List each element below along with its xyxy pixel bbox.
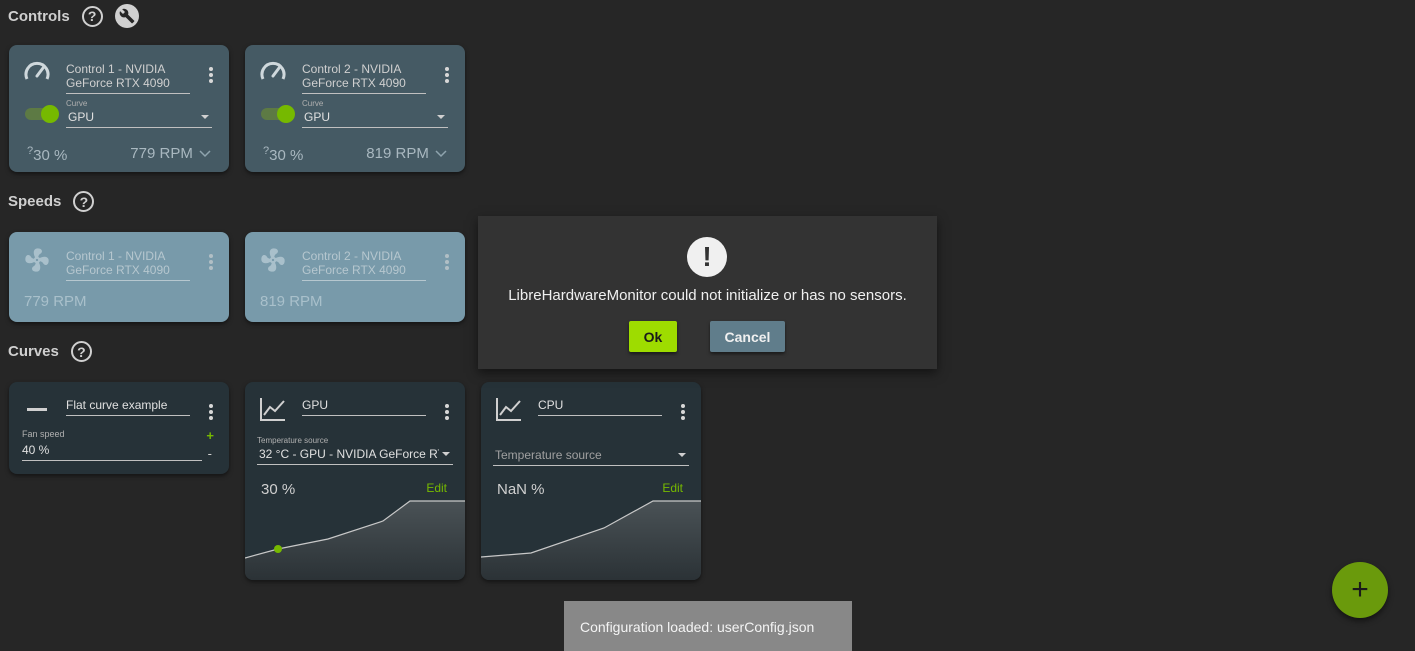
curve-name-field[interactable]: CPU <box>538 398 662 416</box>
help-icon[interactable]: ? <box>81 5 103 27</box>
curve-edit-link[interactable]: Edit <box>662 481 683 495</box>
more-vert-icon[interactable] <box>445 67 449 85</box>
speed-rpm: 819 RPM <box>260 293 323 310</box>
alert-icon: ! <box>687 237 727 277</box>
fan-speed-label: Fan speed <box>22 429 65 439</box>
control-percent: ?30 % <box>27 145 68 164</box>
chevron-down-icon <box>199 150 211 158</box>
curve-select-label: Curve <box>66 99 88 108</box>
flat-line-icon <box>27 408 47 411</box>
chevron-down-icon <box>435 150 447 158</box>
curve-select[interactable]: Curve GPU <box>302 99 448 128</box>
section-title-speeds: Speeds <box>8 193 62 210</box>
help-icon[interactable]: ? <box>70 341 92 362</box>
curve-card-flat: Flat curve example + Fan speed 40 % - <box>9 382 229 474</box>
control-name-field[interactable]: Control 2 - NVIDIA GeForce RTX 4090 <box>302 62 426 94</box>
more-vert-icon[interactable] <box>209 404 213 422</box>
dropdown-arrow-icon <box>201 115 209 119</box>
temperature-source-select[interactable]: Temperature source 32 °C - GPU - NVIDIA … <box>257 436 453 465</box>
cancel-button[interactable]: Cancel <box>710 321 785 352</box>
more-vert-icon[interactable] <box>209 67 213 85</box>
help-icon[interactable]: ? <box>73 191 95 212</box>
more-vert-icon[interactable] <box>445 254 449 272</box>
curve-select-value: GPU <box>304 110 331 124</box>
curve-card-gpu: GPU Temperature source 32 °C - GPU - NVI… <box>245 382 465 580</box>
section-curves-header: Curves ? <box>8 341 104 362</box>
curve-card-cpu: CPU Temperature source NaN % Edit <box>481 382 701 580</box>
control-card-2: Control 2 - NVIDIA GeForce RTX 4090 Curv… <box>245 45 465 172</box>
chart-line-icon <box>259 396 287 427</box>
curve-name-field[interactable]: Flat curve example <box>66 398 190 416</box>
curve-current-percent: NaN % <box>497 481 545 498</box>
current-point-marker <box>274 545 282 553</box>
fan-speed-value: 40 % <box>22 443 50 457</box>
more-vert-icon[interactable] <box>209 254 213 272</box>
curve-select[interactable]: Curve GPU <box>66 99 212 128</box>
section-title-controls: Controls <box>8 7 70 25</box>
section-speeds-header: Speeds ? <box>8 191 106 212</box>
section-title-curves: Curves <box>8 343 59 360</box>
control-status-row: ?30 % 779 RPM <box>27 145 211 164</box>
speed-card-1: Control 1 - NVIDIA GeForce RTX 4090 779 … <box>9 232 229 322</box>
speedometer-icon <box>259 59 287 88</box>
more-vert-icon[interactable] <box>445 404 449 422</box>
wrench-icon[interactable] <box>114 4 139 28</box>
control-name-field[interactable]: Control 1 - NVIDIA GeForce RTX 4090 <box>66 62 190 94</box>
error-dialog: ! LibreHardwareMonitor could not initial… <box>478 216 937 369</box>
chart-line-icon <box>495 396 523 427</box>
temperature-source-placeholder: Temperature source <box>495 448 602 462</box>
curve-preview-chart[interactable] <box>481 500 701 580</box>
curve-select-value: GPU <box>68 110 95 124</box>
section-controls-header: Controls ? <box>8 4 139 28</box>
speed-rpm: 779 RPM <box>24 293 87 310</box>
add-point-icon[interactable]: + <box>206 428 214 443</box>
speed-name-field[interactable]: Control 2 - NVIDIA GeForce RTX 4090 <box>302 249 426 281</box>
control-enable-toggle[interactable] <box>25 105 59 123</box>
speedometer-icon <box>23 59 51 88</box>
control-enable-toggle[interactable] <box>261 105 295 123</box>
curve-edit-link[interactable]: Edit <box>426 481 447 495</box>
temperature-source-value: 32 °C - GPU - NVIDIA GeForce RTX 4090 <box>259 447 439 461</box>
control-rpm[interactable]: 819 RPM <box>366 145 447 164</box>
control-card-1: Control 1 - NVIDIA GeForce RTX 4090 Curv… <box>9 45 229 172</box>
speed-card-2: Control 2 - NVIDIA GeForce RTX 4090 819 … <box>245 232 465 322</box>
remove-point-icon[interactable]: - <box>208 446 212 461</box>
dialog-message: LibreHardwareMonitor could not initializ… <box>508 287 907 304</box>
curve-select-label: Curve <box>302 99 324 108</box>
control-rpm[interactable]: 779 RPM <box>130 145 211 164</box>
speed-name-field[interactable]: Control 1 - NVIDIA GeForce RTX 4090 <box>66 249 190 281</box>
temperature-source-select[interactable]: Temperature source <box>493 446 689 466</box>
add-fab-button[interactable]: + <box>1332 562 1388 618</box>
dropdown-arrow-icon <box>678 453 686 457</box>
fan-icon <box>23 246 51 279</box>
control-percent: ?30 % <box>263 145 304 164</box>
control-status-row: ?30 % 819 RPM <box>263 145 447 164</box>
fan-speed-field[interactable]: Fan speed 40 % <box>22 429 202 461</box>
snackbar: Configuration loaded: userConfig.json <box>564 601 852 651</box>
curve-preview-chart[interactable] <box>245 500 465 580</box>
more-vert-icon[interactable] <box>681 404 685 422</box>
ok-button[interactable]: Ok <box>629 321 677 352</box>
dropdown-arrow-icon <box>442 452 450 456</box>
fan-icon <box>259 246 287 279</box>
curve-current-percent: 30 % <box>261 481 296 498</box>
dropdown-arrow-icon <box>437 115 445 119</box>
temperature-source-label: Temperature source <box>257 436 329 445</box>
curve-name-field[interactable]: GPU <box>302 398 426 416</box>
